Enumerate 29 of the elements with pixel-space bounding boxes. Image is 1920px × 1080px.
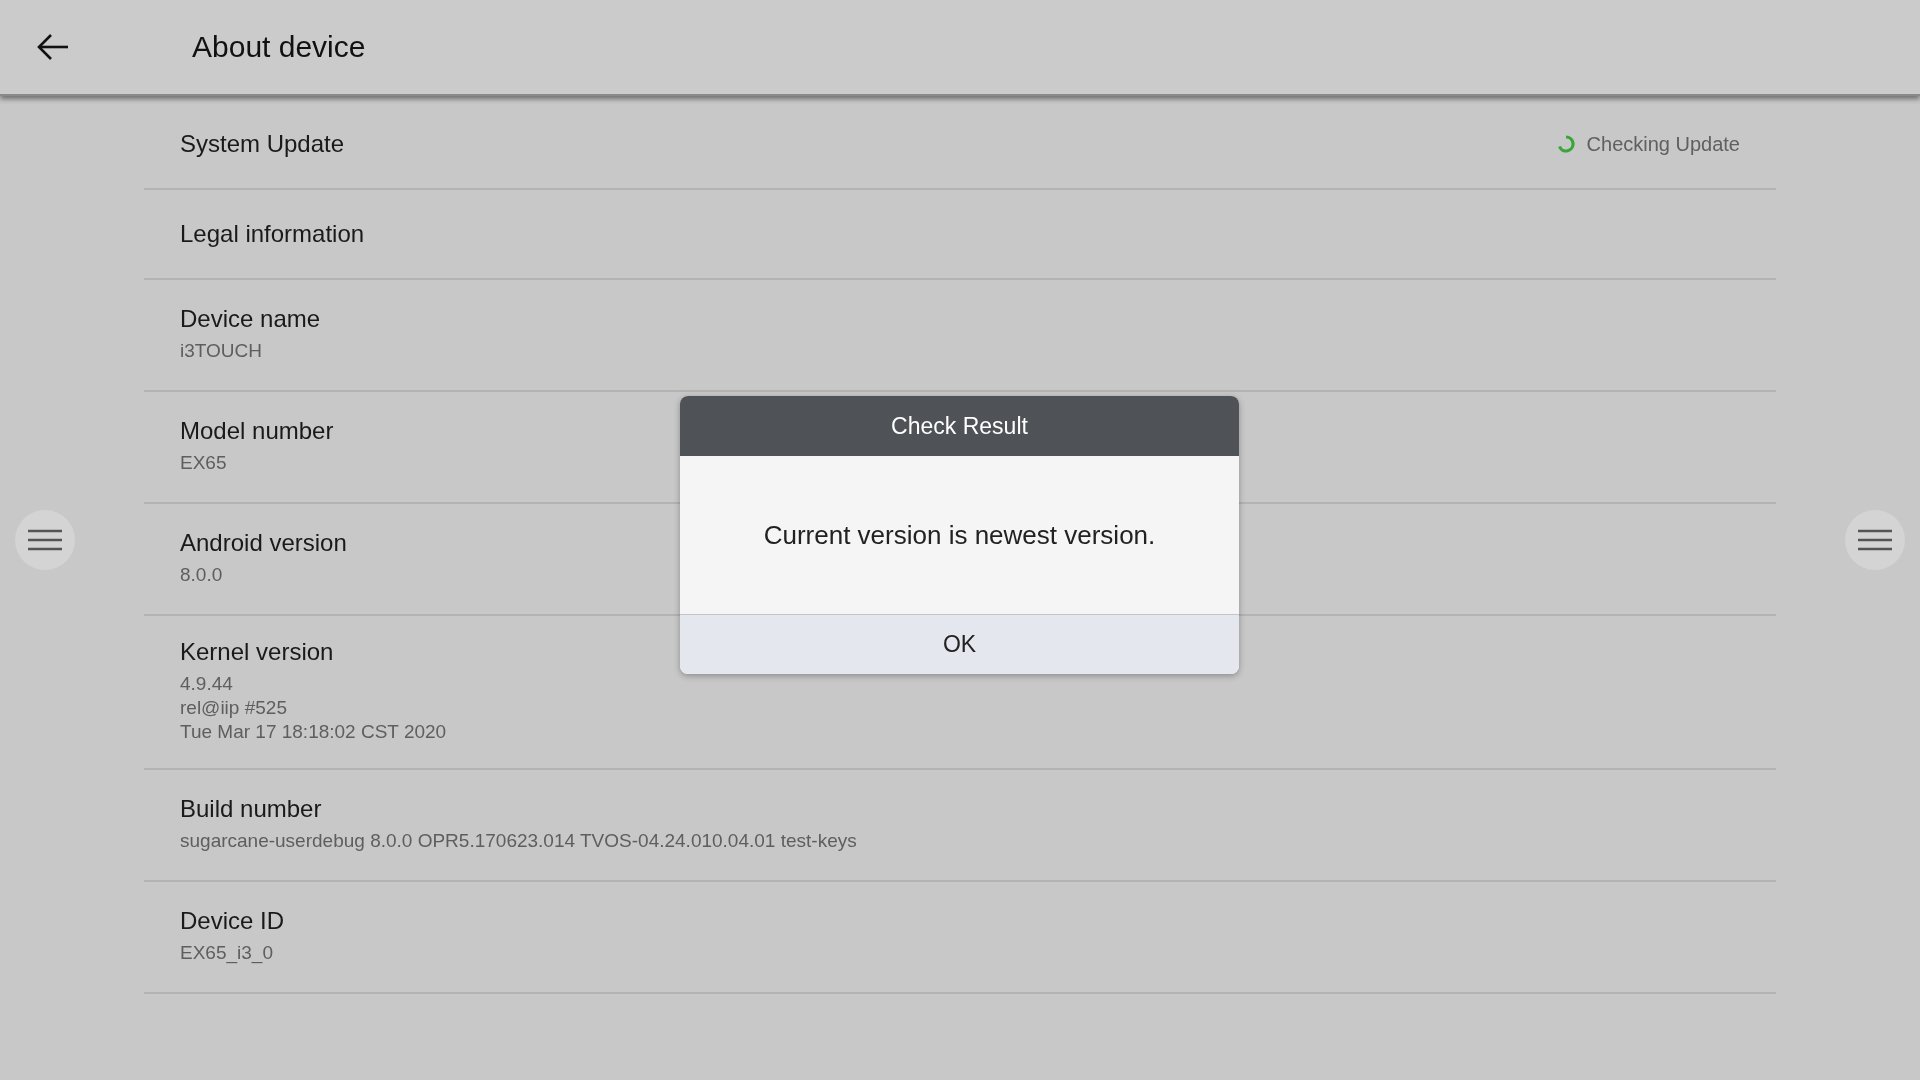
item-title: System Update	[180, 130, 345, 158]
settings-item[interactable]: Device name i3TOUCH	[144, 280, 1776, 392]
item-value: 4.9.44	[180, 672, 233, 696]
item-title: Device ID	[180, 907, 285, 935]
menu-icon	[1858, 529, 1892, 551]
item-value: rel@iip #525	[180, 696, 287, 720]
item-title: Legal information	[180, 220, 365, 248]
status-text: Checking Update	[1586, 132, 1740, 156]
item-title: Build number	[180, 795, 322, 823]
item-title: Device name	[180, 305, 321, 333]
item-value: sugarcane-userdebug 8.0.0 OPR5.170623.014 TVOS-04.24.010.04.01 test-keys	[180, 829, 857, 853]
settings-item[interactable]: System Update Checking Update	[144, 100, 1776, 190]
dialog-title: Check Result	[680, 396, 1239, 456]
settings-item[interactable]: Legal information	[144, 190, 1776, 280]
item-title: Android version	[180, 529, 347, 557]
settings-item[interactable]: Device ID EX65_i3_0	[144, 882, 1776, 994]
page-title: About device	[192, 30, 366, 64]
item-value: EX65	[180, 451, 227, 475]
spinner-icon	[1556, 135, 1575, 153]
item-value: EX65_i3_0	[180, 941, 273, 965]
ok-button[interactable]: OK	[680, 615, 1239, 674]
item-value: Tue Mar 17 18:18:02 CST 2020	[180, 720, 447, 744]
back-icon	[37, 33, 69, 61]
item-value: i3TOUCH	[180, 339, 262, 363]
menu-icon	[28, 529, 62, 551]
settings-item[interactable]: Build number sugarcane-userdebug 8.0.0 OPR5.170623.014 TVOS-04.24.010.04.01 test-keys	[144, 770, 1776, 882]
item-title: Kernel version	[180, 638, 334, 666]
item-title: Model number	[180, 417, 334, 445]
item-value: 8.0.0	[180, 563, 223, 587]
